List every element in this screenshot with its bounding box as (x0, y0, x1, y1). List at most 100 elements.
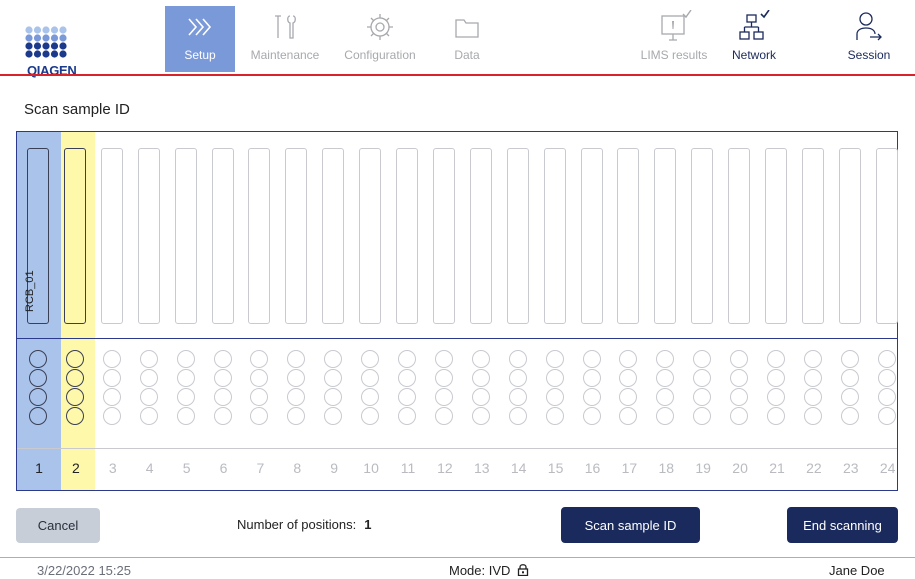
well (434, 407, 453, 425)
well (287, 388, 306, 406)
well (29, 369, 47, 387)
tab-network[interactable]: Network (721, 6, 787, 72)
logo-dot (42, 34, 50, 42)
rack-column[interactable]: 24 (870, 132, 906, 490)
user-logout-icon (856, 12, 882, 41)
well (508, 369, 527, 387)
well (250, 350, 269, 368)
rack-column[interactable]: RCB_01 1 (21, 132, 57, 490)
column-number: 5 (182, 460, 191, 476)
column-number: 21 (769, 460, 785, 476)
sample-rack: RCB_01 1 2 3 4 5 6 7 8 9 10 11 12 13 14 15 16 17 18 19 20 21 2… (16, 131, 898, 491)
rack-column[interactable]: 6 (206, 132, 242, 490)
well (877, 407, 896, 425)
logo-dot (33, 42, 42, 50)
rack-column[interactable]: 20 (722, 132, 758, 490)
tab-configuration-label: Configuration (344, 48, 416, 62)
tab-session[interactable]: Session (835, 6, 903, 72)
rack-column[interactable]: 19 (685, 132, 721, 490)
sample-tube-slot (506, 148, 529, 324)
rack-column[interactable]: 7 (242, 132, 278, 490)
positions-label: Number of positions: (237, 517, 357, 532)
logo-dots-icon (25, 26, 67, 58)
well (656, 388, 675, 406)
rack-column[interactable]: 5 (169, 132, 205, 490)
well (767, 388, 785, 406)
tab-data[interactable]: Data (432, 6, 502, 72)
column-number: 15 (547, 460, 564, 476)
rack-column[interactable]: 15 (538, 132, 574, 490)
scan-sample-id-button[interactable]: Scan sample ID (561, 507, 700, 543)
well (656, 350, 675, 368)
logo-dot (25, 50, 33, 58)
cancel-button[interactable]: Cancel (16, 508, 100, 543)
well (767, 350, 785, 368)
logo-dot (33, 50, 42, 58)
column-number: 4 (145, 460, 154, 476)
logo-dot (59, 50, 67, 58)
rack-column[interactable]: 11 (390, 132, 426, 490)
well (29, 407, 47, 425)
well (767, 407, 785, 425)
well (102, 407, 121, 425)
tab-configuration[interactable]: Configuration (334, 6, 426, 72)
well (398, 407, 416, 425)
logo-dot (33, 34, 42, 42)
rack-column[interactable]: 2 (58, 132, 94, 490)
well (324, 388, 343, 406)
rack-column[interactable]: 22 (796, 132, 832, 490)
sample-tube-slot (469, 148, 492, 324)
sample-tube-slot (543, 148, 566, 324)
rack-column[interactable]: 21 (759, 132, 795, 490)
rack-column[interactable]: 23 (833, 132, 869, 490)
tab-setup[interactable]: Setup (165, 6, 235, 72)
rack-column[interactable]: 9 (316, 132, 352, 490)
rack-column[interactable]: 14 (501, 132, 537, 490)
well (398, 388, 416, 406)
well (213, 388, 232, 406)
well (361, 388, 380, 406)
rack-column[interactable]: 3 (95, 132, 131, 490)
logo-dot (50, 50, 59, 58)
well (545, 407, 564, 425)
sample-tube-slot (396, 148, 418, 324)
well (139, 407, 158, 425)
well (545, 388, 564, 406)
well (287, 407, 306, 425)
tab-maintenance[interactable]: Maintenance (242, 6, 328, 72)
rack-column[interactable]: 17 (611, 132, 647, 490)
well (176, 407, 195, 425)
well (213, 407, 232, 425)
rack-column[interactable]: 12 (427, 132, 463, 490)
rack-column[interactable]: 8 (279, 132, 315, 490)
well (434, 350, 453, 368)
rack-column[interactable]: 4 (132, 132, 168, 490)
rack-column[interactable]: 10 (353, 132, 389, 490)
column-number: 13 (474, 460, 490, 476)
well (176, 350, 195, 368)
column-number: 1 (35, 460, 43, 476)
well (803, 407, 822, 425)
rack-column[interactable]: 18 (648, 132, 684, 490)
column-number: 24 (879, 460, 896, 476)
well (250, 369, 269, 387)
end-scanning-button[interactable]: End scanning (787, 507, 898, 543)
well (139, 369, 158, 387)
positions-value: 1 (364, 517, 372, 532)
tab-data-label: Data (454, 48, 480, 62)
rack-column[interactable]: 13 (464, 132, 500, 490)
rack-column[interactable]: 16 (575, 132, 611, 490)
well (139, 350, 158, 368)
tab-network-label: Network (731, 48, 776, 62)
status-datetime: 3/22/2022 15:25 (37, 563, 131, 578)
well (65, 388, 84, 406)
well (176, 388, 195, 406)
column-number: 8 (293, 460, 302, 476)
well (176, 369, 195, 387)
status-divider (0, 557, 915, 558)
well (582, 369, 601, 387)
well (287, 350, 306, 368)
well (434, 388, 453, 406)
tab-lims-results[interactable]: LIMS results (633, 6, 715, 72)
well (361, 369, 380, 387)
